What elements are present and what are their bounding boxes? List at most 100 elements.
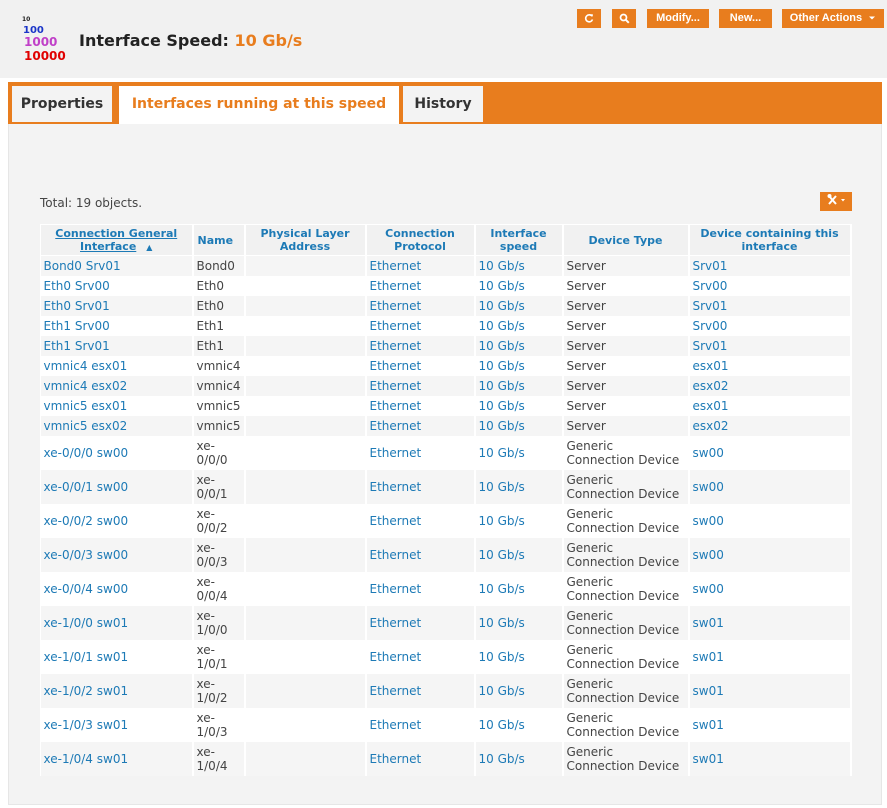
cell-speed[interactable]: 10 Gb/s	[474, 639, 564, 674]
cell-speed[interactable]: 10 Gb/s	[474, 741, 564, 776]
cell-protocol[interactable]: Ethernet	[365, 639, 476, 674]
column-header-name[interactable]: Name	[192, 224, 246, 256]
cell-speed[interactable]: 10 Gb/s	[474, 415, 564, 436]
cell-protocol[interactable]: Ethernet	[365, 315, 476, 336]
cell-interface[interactable]: xe-0/0/4 sw00	[40, 571, 194, 606]
cell-device[interactable]: esx01	[688, 395, 852, 416]
table-row[interactable]: xe-1/0/0 sw01 xe-1/0/0 Ethernet 10 Gb/s Gene…	[40, 605, 852, 640]
table-row[interactable]: xe-0/0/2 sw00 xe-0/0/2 Ethernet 10 Gb/s Gene…	[40, 503, 852, 538]
table-row[interactable]: Eth0 Srv01 Eth0 Ethernet 10 Gb/s Server Srv01	[40, 295, 852, 316]
table-row[interactable]: vmnic4 esx02 vmnic4 Ethernet 10 Gb/s Server e…	[40, 375, 852, 396]
cell-device[interactable]: esx02	[688, 415, 852, 436]
cell-speed[interactable]: 10 Gb/s	[474, 275, 564, 296]
cell-interface[interactable]: Eth1 Srv01	[40, 335, 194, 356]
cell-speed[interactable]: 10 Gb/s	[474, 355, 564, 376]
cell-protocol[interactable]: Ethernet	[365, 537, 476, 572]
cell-speed[interactable]: 10 Gb/s	[474, 605, 564, 640]
cell-speed[interactable]: 10 Gb/s	[474, 673, 564, 708]
cell-speed[interactable]: 10 Gb/s	[474, 295, 564, 316]
cell-device[interactable]: Srv01	[688, 335, 852, 356]
cell-device[interactable]: esx02	[688, 375, 852, 396]
cell-protocol[interactable]: Ethernet	[365, 469, 476, 504]
table-row[interactable]: Bond0 Srv01 Bond0 Ethernet 10 Gb/s Server Srv…	[40, 255, 852, 276]
cell-interface[interactable]: xe-0/0/0 sw00	[40, 435, 194, 470]
cell-interface[interactable]: xe-1/0/0 sw01	[40, 605, 194, 640]
cell-speed[interactable]: 10 Gb/s	[474, 375, 564, 396]
other-actions-button[interactable]: Other Actions	[782, 9, 884, 28]
cell-device[interactable]: sw01	[688, 639, 852, 674]
cell-device[interactable]: sw01	[688, 707, 852, 742]
cell-device[interactable]: sw01	[688, 673, 852, 708]
cell-protocol[interactable]: Ethernet	[365, 707, 476, 742]
table-row[interactable]: vmnic5 esx01 vmnic5 Ethernet 10 Gb/s Server e…	[40, 395, 852, 416]
cell-protocol[interactable]: Ethernet	[365, 375, 476, 396]
table-row[interactable]: Eth1 Srv01 Eth1 Ethernet 10 Gb/s Server Srv01	[40, 335, 852, 356]
table-row[interactable]: xe-0/0/3 sw00 xe-0/0/3 Ethernet 10 Gb/s Gene…	[40, 537, 852, 572]
cell-interface[interactable]: vmnic5 esx01	[40, 395, 194, 416]
cell-device[interactable]: sw00	[688, 435, 852, 470]
table-row[interactable]: xe-1/0/2 sw01 xe-1/0/2 Ethernet 10 Gb/s Gene…	[40, 673, 852, 708]
table-row[interactable]: vmnic5 esx02 vmnic5 Ethernet 10 Gb/s Server e…	[40, 415, 852, 436]
cell-protocol[interactable]: Ethernet	[365, 503, 476, 538]
cell-interface[interactable]: Eth1 Srv00	[40, 315, 194, 336]
cell-interface[interactable]: xe-1/0/3 sw01	[40, 707, 194, 742]
cell-interface[interactable]: vmnic4 esx01	[40, 355, 194, 376]
refresh-button[interactable]	[577, 9, 601, 28]
sort-ascending-icon[interactable]: ▲	[146, 243, 152, 252]
cell-interface[interactable]: Eth0 Srv01	[40, 295, 194, 316]
cell-protocol[interactable]: Ethernet	[365, 605, 476, 640]
column-header-device[interactable]: Device containing this interface	[688, 224, 852, 256]
cell-device[interactable]: sw00	[688, 571, 852, 606]
cell-interface[interactable]: xe-0/0/1 sw00	[40, 469, 194, 504]
cell-protocol[interactable]: Ethernet	[365, 415, 476, 436]
cell-protocol[interactable]: Ethernet	[365, 355, 476, 376]
cell-device[interactable]: esx01	[688, 355, 852, 376]
cell-device[interactable]: Srv00	[688, 275, 852, 296]
cell-protocol[interactable]: Ethernet	[365, 741, 476, 776]
cell-device[interactable]: sw00	[688, 503, 852, 538]
tab-interfaces-running[interactable]: Interfaces running at this speed (19)	[119, 86, 399, 148]
search-button[interactable]	[612, 9, 636, 28]
tab-history[interactable]: History	[403, 86, 483, 122]
modify-button[interactable]: Modify...	[647, 9, 709, 28]
column-header-label[interactable]: Connection General Interface	[55, 227, 177, 253]
cell-speed[interactable]: 10 Gb/s	[474, 255, 564, 276]
new-button[interactable]: New...	[719, 9, 772, 28]
cell-protocol[interactable]: Ethernet	[365, 335, 476, 356]
cell-device[interactable]: sw01	[688, 605, 852, 640]
cell-speed[interactable]: 10 Gb/s	[474, 469, 564, 504]
cell-speed[interactable]: 10 Gb/s	[474, 315, 564, 336]
cell-speed[interactable]: 10 Gb/s	[474, 395, 564, 416]
column-header-interface[interactable]: Connection General Interface ▲	[40, 224, 194, 256]
table-row[interactable]: xe-1/0/1 sw01 xe-1/0/1 Ethernet 10 Gb/s Gene…	[40, 639, 852, 674]
table-row[interactable]: Eth0 Srv00 Eth0 Ethernet 10 Gb/s Server Srv00	[40, 275, 852, 296]
table-row[interactable]: xe-1/0/3 sw01 xe-1/0/3 Ethernet 10 Gb/s Gene…	[40, 707, 852, 742]
cell-interface[interactable]: xe-0/0/2 sw00	[40, 503, 194, 538]
cell-interface[interactable]: Bond0 Srv01	[40, 255, 194, 276]
list-tools-button[interactable]	[820, 192, 852, 211]
table-row[interactable]: vmnic4 esx01 vmnic4 Ethernet 10 Gb/s Server e…	[40, 355, 852, 376]
cell-interface[interactable]: xe-0/0/3 sw00	[40, 537, 194, 572]
cell-interface[interactable]: xe-1/0/1 sw01	[40, 639, 194, 674]
cell-speed[interactable]: 10 Gb/s	[474, 435, 564, 470]
table-row[interactable]: Eth1 Srv00 Eth1 Ethernet 10 Gb/s Server Srv00	[40, 315, 852, 336]
cell-device[interactable]: sw01	[688, 741, 852, 776]
cell-device[interactable]: sw00	[688, 537, 852, 572]
cell-device[interactable]: Srv01	[688, 255, 852, 276]
table-row[interactable]: xe-0/0/1 sw00 xe-0/0/1 Ethernet 10 Gb/s Gene…	[40, 469, 852, 504]
cell-speed[interactable]: 10 Gb/s	[474, 537, 564, 572]
column-header-protocol[interactable]: Connection Protocol	[365, 224, 476, 256]
cell-interface[interactable]: Eth0 Srv00	[40, 275, 194, 296]
cell-interface[interactable]: xe-1/0/2 sw01	[40, 673, 194, 708]
cell-protocol[interactable]: Ethernet	[365, 673, 476, 708]
table-row[interactable]: xe-0/0/0 sw00 xe-0/0/0 Ethernet 10 Gb/s Gene…	[40, 435, 852, 470]
table-row[interactable]: xe-0/0/4 sw00 xe-0/0/4 Ethernet 10 Gb/s Gene…	[40, 571, 852, 606]
cell-protocol[interactable]: Ethernet	[365, 395, 476, 416]
cell-speed[interactable]: 10 Gb/s	[474, 571, 564, 606]
cell-protocol[interactable]: Ethernet	[365, 435, 476, 470]
cell-protocol[interactable]: Ethernet	[365, 295, 476, 316]
cell-interface[interactable]: xe-1/0/4 sw01	[40, 741, 194, 776]
cell-protocol[interactable]: Ethernet	[365, 275, 476, 296]
cell-device[interactable]: Srv00	[688, 315, 852, 336]
column-header-device-type[interactable]: Device Type	[562, 224, 690, 256]
